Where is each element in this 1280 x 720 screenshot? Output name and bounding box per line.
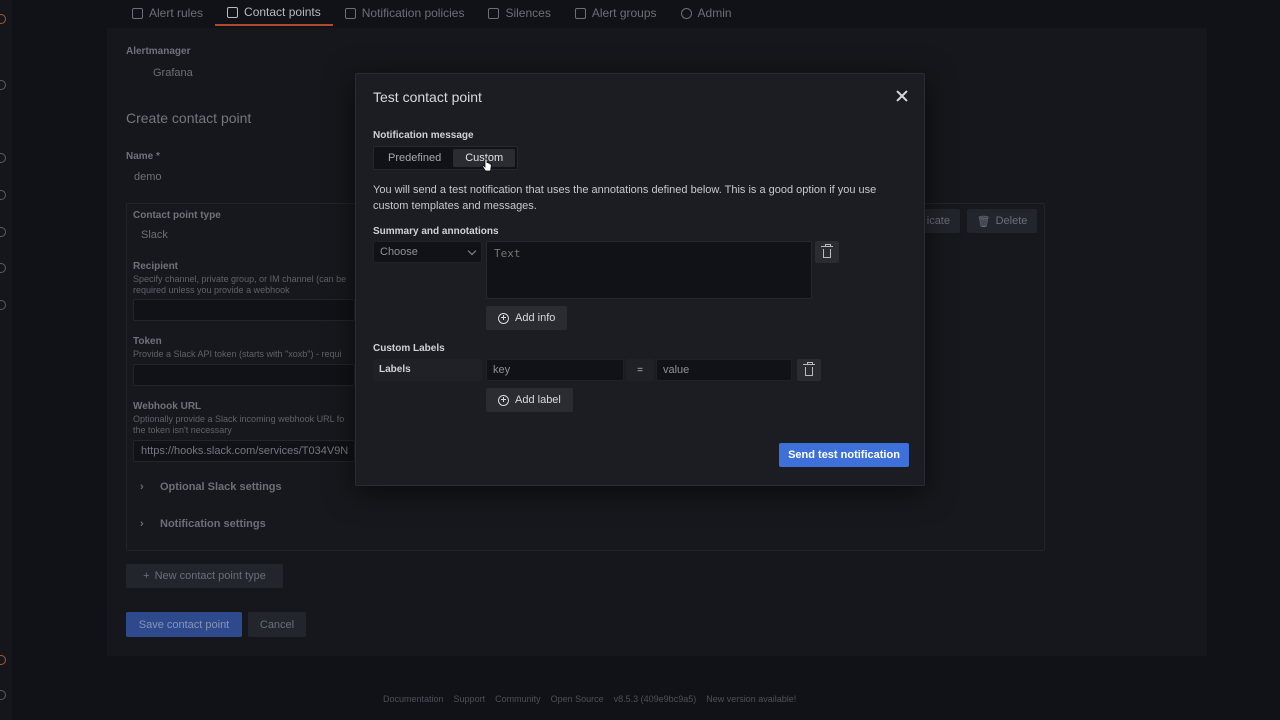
optional-slack-settings[interactable]: Optional Slack settings	[160, 481, 282, 493]
equals-sign: =	[626, 359, 654, 381]
list-icon	[132, 7, 143, 19]
alerting-tabs: Alert rules Contact points Notification …	[120, 0, 744, 28]
annotation-text-input[interactable]	[486, 241, 812, 299]
option-predefined[interactable]: Predefined	[376, 149, 453, 167]
tab-alert-rules[interactable]: Alert rules	[120, 0, 215, 26]
footer-new-version[interactable]: New version available!	[706, 694, 796, 704]
help-icon[interactable]	[0, 690, 6, 700]
recipient-help-2: required unless you provide a webhook	[133, 285, 290, 295]
user-avatar-icon[interactable]	[0, 655, 6, 665]
add-label-button[interactable]: Add label	[486, 388, 573, 412]
plus-icon: +	[143, 570, 150, 582]
label-value-input[interactable]: value	[656, 359, 792, 381]
summary-annotations-label: Summary and annotations	[373, 226, 499, 237]
chevron-down-icon	[467, 246, 477, 255]
name-input[interactable]: demo	[126, 166, 366, 190]
footer-community[interactable]: Community	[495, 694, 541, 704]
token-label: Token	[133, 336, 162, 347]
close-icon[interactable]	[893, 88, 911, 106]
config-icon[interactable]	[0, 263, 6, 273]
tab-contact-points[interactable]: Contact points	[215, 0, 333, 26]
trash-icon	[803, 361, 815, 376]
custom-labels-label: Custom Labels	[373, 343, 445, 354]
remove-label-button[interactable]	[797, 359, 821, 381]
new-contact-point-type-button[interactable]: + New contact point type	[126, 564, 283, 588]
tab-silences[interactable]: Silences	[476, 0, 562, 26]
contact-type-select[interactable]: Slack	[133, 224, 355, 246]
webhook-help-2: the token isn't necessary	[133, 425, 232, 435]
alertmanager-label: Alertmanager	[126, 46, 191, 57]
add-info-button[interactable]: Add info	[486, 306, 568, 330]
labels-label: Labels	[373, 359, 482, 381]
contact-type-label: Contact point type	[133, 210, 221, 221]
plus-circle-icon	[498, 312, 509, 324]
side-nav	[0, 0, 12, 720]
page-title: Create contact point	[126, 110, 252, 126]
notification-settings-chevron-icon: ›	[140, 518, 144, 530]
optional-slack-chevron-icon: ›	[140, 481, 144, 493]
webhook-input[interactable]: https://hooks.slack.com/services/T034V9N	[133, 440, 355, 462]
grafana-logo-icon[interactable]	[0, 14, 6, 24]
footer-support[interactable]: Support	[454, 694, 486, 704]
alerting-icon[interactable]	[0, 227, 6, 237]
recipient-input[interactable]	[133, 299, 355, 321]
alertmanager-select[interactable]: Grafana	[126, 62, 302, 84]
send-test-notification-button[interactable]: Send test notification	[779, 443, 909, 467]
policy-icon	[344, 7, 356, 19]
footer: Documentation Support Community Open Sou…	[383, 694, 796, 704]
contact-icon	[227, 6, 239, 18]
footer-documentation[interactable]: Documentation	[383, 694, 444, 704]
label-key-input[interactable]: key	[486, 359, 624, 381]
save-contact-point-button[interactable]: Save contact point	[126, 612, 242, 637]
notification-message-toggle: Predefined Custom	[373, 146, 518, 170]
trash-icon: 🗑	[976, 215, 991, 228]
token-input[interactable]	[133, 364, 355, 386]
silence-icon	[488, 7, 500, 19]
dashboards-icon[interactable]	[0, 153, 6, 163]
tab-notification-policies[interactable]: Notification policies	[333, 0, 477, 26]
name-label: Name *	[126, 151, 160, 162]
cancel-button[interactable]: Cancel	[248, 612, 306, 637]
group-icon	[574, 7, 586, 19]
search-icon[interactable]	[0, 80, 6, 90]
tab-alert-groups[interactable]: Alert groups	[563, 0, 669, 26]
tab-admin[interactable]: Admin	[669, 0, 744, 26]
gear-icon	[680, 7, 692, 19]
modal-title: Test contact point	[373, 89, 482, 105]
remove-annotation-button[interactable]	[815, 241, 839, 263]
footer-open-source[interactable]: Open Source	[551, 694, 604, 704]
mouse-pointer-icon	[482, 158, 492, 172]
token-help: Provide a Slack API token (starts with "…	[133, 349, 342, 359]
description-text: You will send a test notification that u…	[373, 184, 877, 212]
shield-icon[interactable]	[0, 300, 6, 310]
webhook-label: Webhook URL	[133, 401, 202, 412]
explore-icon[interactable]	[0, 190, 6, 200]
notification-settings[interactable]: Notification settings	[160, 518, 266, 530]
webhook-help: Optionally provide a Slack incoming webh…	[133, 414, 345, 424]
annotation-key-select[interactable]: Choose	[373, 241, 482, 263]
recipient-label: Recipient	[133, 261, 179, 272]
footer-version: v8.5.3 (409e9bc9a5)	[613, 694, 697, 704]
delete-button[interactable]: 🗑 Delete	[967, 209, 1037, 233]
notification-message-label: Notification message	[373, 130, 474, 141]
test-contact-point-modal: Test contact point Notification message …	[355, 73, 925, 486]
trash-icon	[821, 243, 833, 258]
plus-circle-icon	[498, 394, 509, 406]
recipient-help: Specify channel, private group, or IM ch…	[133, 274, 347, 284]
